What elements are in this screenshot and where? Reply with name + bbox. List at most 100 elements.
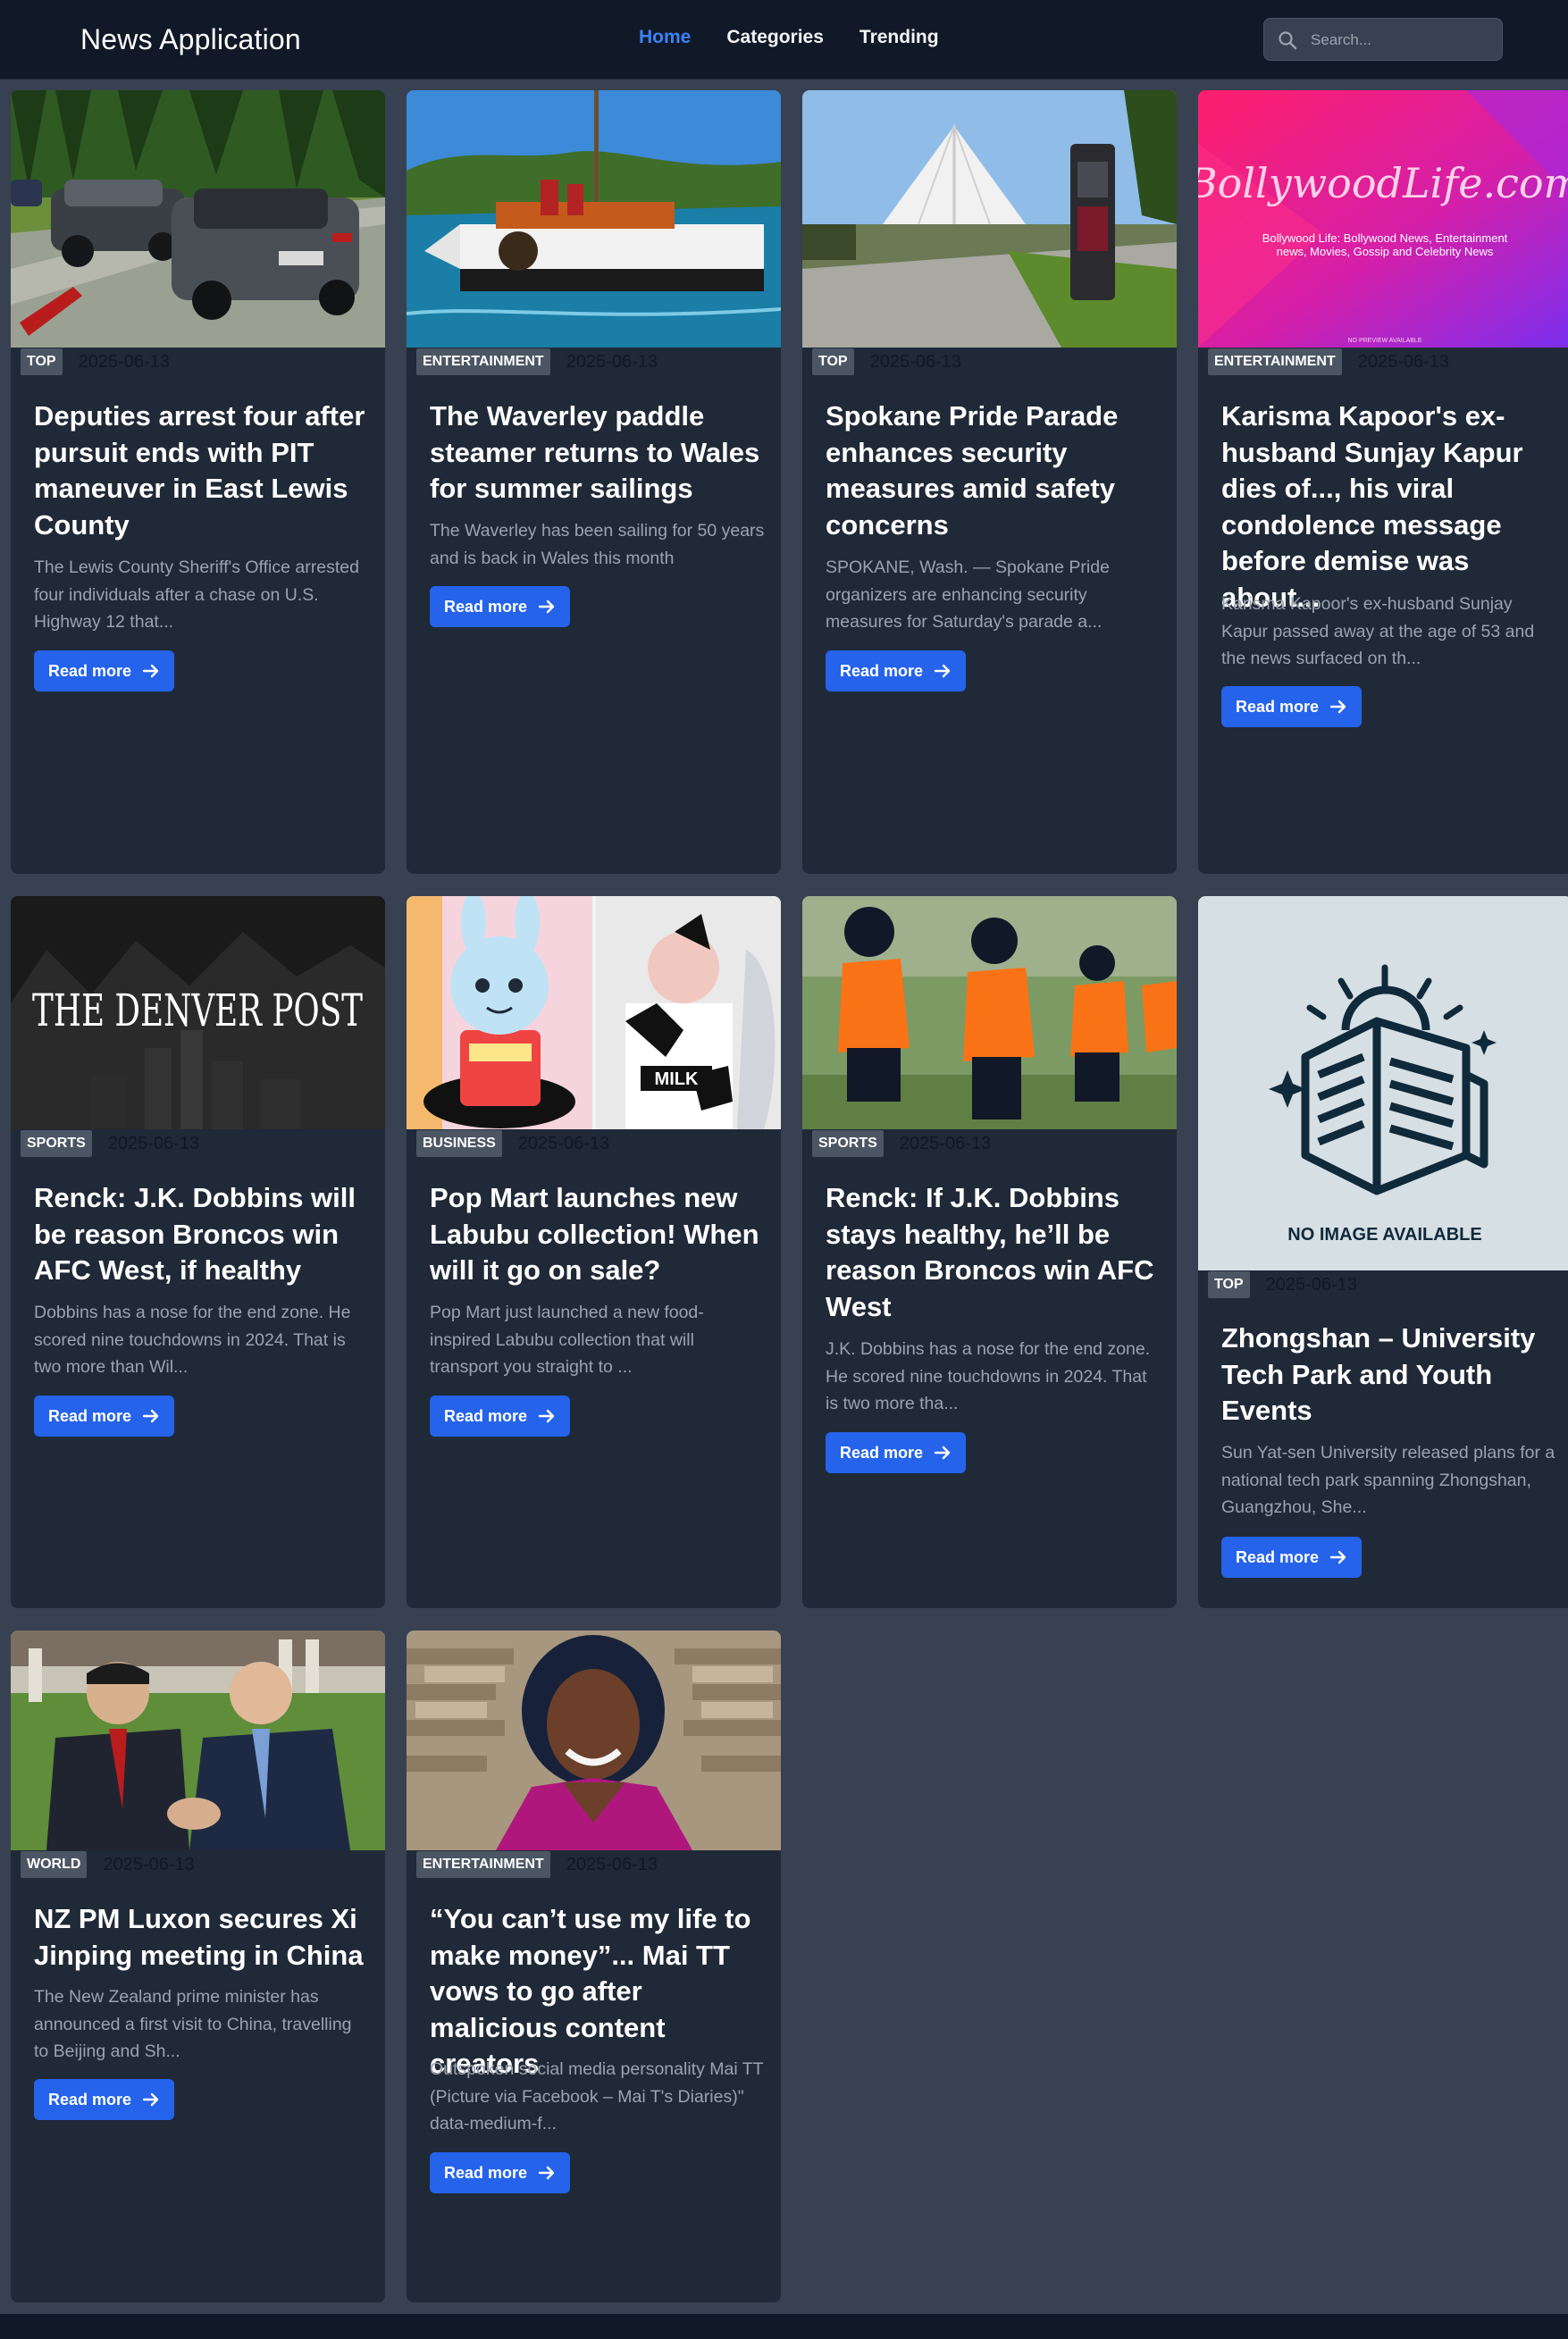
article-meta: SPORTS 2025-06-13 xyxy=(812,1130,991,1157)
article-card: BollywoodLife.com Bollywood Life: Bollyw… xyxy=(1198,90,1568,874)
search-input[interactable] xyxy=(1309,19,1496,62)
article-title[interactable]: Zhongshan – University Tech Park and You… xyxy=(1221,1320,1556,1429)
article-title[interactable]: Renck: If J.K. Dobbins stays healthy, he… xyxy=(826,1180,1161,1325)
nav-home-link[interactable]: Home xyxy=(639,27,691,48)
article-meta: ENTERTAINMENT 2025-06-13 xyxy=(416,1851,658,1878)
article-meta: SPORTS 2025-06-13 xyxy=(21,1130,199,1157)
article-meta: WORLD 2025-06-13 xyxy=(21,1851,195,1878)
category-badge: ENTERTAINMENT xyxy=(416,1851,550,1878)
read-more-label: Read more xyxy=(840,1443,924,1462)
read-more-label: Read more xyxy=(444,2163,528,2182)
article-excerpt: The New Zealand prime minister has annou… xyxy=(34,1987,352,2061)
read-more-button[interactable]: Read more xyxy=(34,2079,175,2120)
arrow-right-icon xyxy=(142,1409,159,1423)
article-meta: TOP 2025-06-13 xyxy=(812,348,961,375)
nav-trending-link[interactable]: Trending xyxy=(859,27,939,48)
read-more-label: Read more xyxy=(444,597,528,616)
article-image: NO IMAGE AVAILABLE xyxy=(1198,896,1568,1270)
article-excerpt: The Waverley has been sailing for 50 yea… xyxy=(430,521,765,568)
arrow-right-icon xyxy=(538,599,555,614)
arrow-right-icon xyxy=(934,1446,951,1460)
top-navbar: News Application Home Categories Trendin… xyxy=(0,0,1568,80)
article-date: 2025-06-13 xyxy=(517,1134,610,1153)
article-card: MILK BUSINESS 2025-06-13 Pop Mart launch… xyxy=(407,896,781,1608)
read-more-label: Read more xyxy=(1236,1547,1320,1566)
article-title[interactable]: The Waverley paddle steamer returns to W… xyxy=(430,398,765,507)
svg-text:MILK: MILK xyxy=(655,1069,699,1089)
read-more-button[interactable]: Read more xyxy=(430,1396,571,1437)
article-date: 2025-06-13 xyxy=(899,1134,992,1153)
read-more-button[interactable]: Read more xyxy=(826,650,967,692)
article-image xyxy=(802,896,1177,1129)
article-title[interactable]: Renck: J.K. Dobbins will be reason Bronc… xyxy=(34,1180,369,1289)
article-meta: BUSINESS 2025-06-13 xyxy=(416,1130,609,1157)
article-date: 2025-06-13 xyxy=(78,352,170,372)
read-more-label: Read more xyxy=(48,2090,132,2108)
read-more-label: Read more xyxy=(840,661,924,680)
category-badge: TOP xyxy=(812,348,854,375)
arrow-right-icon xyxy=(934,664,951,678)
read-more-button[interactable]: Read more xyxy=(1221,686,1363,727)
article-image: MILK xyxy=(407,896,781,1129)
arrow-right-icon xyxy=(538,1409,555,1423)
article-card: THE DENVER POST SPORTS 2025-06-13 Renck:… xyxy=(11,896,385,1608)
article-card: TOP 2025-06-13 Deputies arrest four afte… xyxy=(11,90,385,874)
article-excerpt: Karisma Kapoor's ex-husband Sunjay Kapur… xyxy=(1221,594,1535,668)
article-card: SPORTS 2025-06-13 Renck: If J.K. Dobbins… xyxy=(802,896,1177,1608)
read-more-button[interactable]: Read more xyxy=(430,2152,571,2193)
article-image xyxy=(11,90,385,348)
category-badge: TOP xyxy=(21,348,63,375)
read-more-button[interactable]: Read more xyxy=(34,650,175,692)
read-more-button[interactable]: Read more xyxy=(34,1396,175,1437)
article-title[interactable]: Karisma Kapoor's ex-husband Sunjay Kapur… xyxy=(1221,398,1556,616)
article-title[interactable]: Deputies arrest four after pursuit ends … xyxy=(34,398,369,543)
article-date: 2025-06-13 xyxy=(1357,352,1450,372)
svg-text:Bollywood Life: Bollywood News: Bollywood Life: Bollywood News, Entertai… xyxy=(1262,231,1508,245)
category-badge: SPORTS xyxy=(812,1130,884,1157)
article-excerpt: J.K. Dobbins has a nose for the end zone… xyxy=(826,1339,1151,1413)
category-badge: ENTERTAINMENT xyxy=(416,348,550,375)
category-badge: BUSINESS xyxy=(416,1130,502,1157)
article-title[interactable]: NZ PM Luxon secures Xi Jinping meeting i… xyxy=(34,1901,369,1974)
arrow-right-icon xyxy=(142,2092,159,2107)
article-date: 2025-06-13 xyxy=(566,1855,658,1874)
read-more-button[interactable]: Read more xyxy=(826,1432,967,1473)
read-more-button[interactable]: Read more xyxy=(1221,1537,1363,1578)
arrow-right-icon xyxy=(142,664,159,678)
article-excerpt: Sun Yat-sen University released plans fo… xyxy=(1221,1443,1555,1517)
article-image xyxy=(11,1631,385,1850)
read-more-button[interactable]: Read more xyxy=(430,586,571,627)
read-more-label: Read more xyxy=(444,1406,528,1425)
article-image xyxy=(407,90,781,348)
article-title[interactable]: Pop Mart launches new Labubu collection!… xyxy=(430,1180,765,1289)
nav-categories-link[interactable]: Categories xyxy=(726,27,824,48)
article-card: ENTERTAINMENT 2025-06-13 The Waverley pa… xyxy=(407,90,781,874)
article-date: 2025-06-13 xyxy=(103,1855,195,1874)
read-more-label: Read more xyxy=(48,1406,132,1425)
article-card: NO IMAGE AVAILABLE TOP 2025-06-13 Zhongs… xyxy=(1198,896,1568,1608)
article-meta: TOP 2025-06-13 xyxy=(1208,1271,1357,1298)
article-date: 2025-06-13 xyxy=(1265,1275,1357,1295)
search-box xyxy=(1263,18,1503,62)
read-more-label: Read more xyxy=(48,661,132,680)
bollywoodlife-logo: BollywoodLife.com xyxy=(1198,159,1568,207)
denver-post-logo: THE DENVER POST xyxy=(32,985,363,1036)
page-bottom-strip xyxy=(0,2314,1568,2339)
category-badge: TOP xyxy=(1208,1271,1250,1298)
read-more-label: Read more xyxy=(1236,697,1320,716)
category-badge: SPORTS xyxy=(21,1130,92,1157)
category-badge: ENTERTAINMENT xyxy=(1208,348,1342,375)
svg-text:NO PREVIEW AVAILABLE: NO PREVIEW AVAILABLE xyxy=(1348,338,1422,344)
article-image: THE DENVER POST xyxy=(11,896,385,1129)
arrow-right-icon xyxy=(538,2166,555,2180)
article-date: 2025-06-13 xyxy=(107,1134,200,1153)
app-title: News Application xyxy=(80,23,301,55)
article-card: TOP 2025-06-13 Spokane Pride Parade enha… xyxy=(802,90,1177,874)
arrow-right-icon xyxy=(1329,700,1346,714)
article-date: 2025-06-13 xyxy=(869,352,961,372)
article-image: BollywoodLife.com Bollywood Life: Bollyw… xyxy=(1198,90,1568,348)
category-badge: WORLD xyxy=(21,1851,88,1878)
article-meta: ENTERTAINMENT 2025-06-13 xyxy=(1208,348,1449,375)
article-excerpt: The Lewis County Sheriff's Office arrest… xyxy=(34,558,359,632)
article-title[interactable]: Spokane Pride Parade enhances security m… xyxy=(826,398,1161,543)
